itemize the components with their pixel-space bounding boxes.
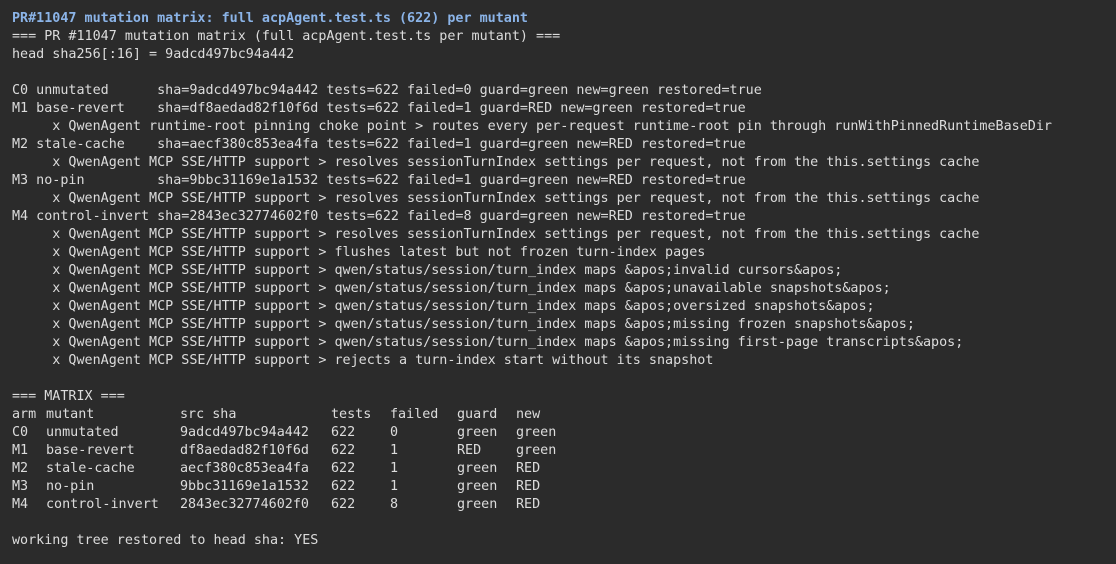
failed-test-line: x QwenAgent runtime-root pinning choke p… bbox=[12, 119, 1052, 134]
matrix-row: M3 no-pin 9bbc31169e1a1532 622 1 green RED bbox=[12, 478, 1116, 496]
matrix-cell-new: green bbox=[516, 443, 557, 458]
matrix-cell-failed: 1 bbox=[390, 443, 399, 458]
restore-status-line: working tree restored to head sha: YES bbox=[12, 533, 319, 548]
matrix-cell-src-sha: 9bbc31169e1a1532 bbox=[180, 479, 309, 494]
matrix-cell-arm: M3 bbox=[12, 479, 29, 494]
matrix-cell-failed: 1 bbox=[390, 461, 399, 476]
matrix-cell-guard: RED bbox=[457, 443, 482, 458]
column-header-tests: tests bbox=[331, 407, 372, 422]
output-title: PR#11047 mutation matrix: full acpAgent.… bbox=[12, 11, 528, 26]
failed-test-line: x QwenAgent MCP SSE/HTTP support > resol… bbox=[12, 227, 980, 242]
matrix-heading: === MATRIX === bbox=[12, 389, 125, 404]
matrix-cell-src-sha: df8aedad82f10f6d bbox=[180, 443, 309, 458]
mutant-run-line: M1 base-revert sha=df8aedad82f10f6d test… bbox=[12, 101, 746, 116]
matrix-cell-tests: 622 bbox=[331, 443, 356, 458]
matrix-cell-mutant: stale-cache bbox=[46, 461, 135, 476]
matrix-cell-arm: M2 bbox=[12, 461, 29, 476]
matrix-header-row: arm mutant src sha tests failed guard new bbox=[12, 406, 1116, 424]
matrix-row: C0 unmutated 9adcd497bc94a442 622 0 green gree… bbox=[12, 424, 1116, 442]
matrix-cell-new: RED bbox=[516, 461, 541, 476]
matrix-cell-arm: M1 bbox=[12, 443, 29, 458]
terminal-output: PR#11047 mutation matrix: full acpAgent.… bbox=[0, 0, 1116, 564]
failed-test-line: x QwenAgent MCP SSE/HTTP support > resol… bbox=[12, 191, 980, 206]
column-header-failed: failed bbox=[390, 407, 439, 422]
column-header-guard: guard bbox=[457, 407, 498, 422]
matrix-table: arm mutant src sha tests failed guard new C0 unm… bbox=[12, 406, 1116, 514]
matrix-cell-mutant: base-revert bbox=[46, 443, 135, 458]
matrix-cell-new: green bbox=[516, 425, 557, 440]
matrix-cell-guard: green bbox=[457, 497, 498, 512]
matrix-cell-arm: C0 bbox=[12, 425, 29, 440]
failed-test-line: x QwenAgent MCP SSE/HTTP support > qwen/… bbox=[12, 335, 964, 350]
failed-test-line: x QwenAgent MCP SSE/HTTP support > qwen/… bbox=[12, 299, 875, 314]
matrix-cell-arm: M4 bbox=[12, 497, 29, 512]
matrix-cell-mutant: no-pin bbox=[46, 479, 95, 494]
matrix-cell-src-sha: 2843ec32774602f0 bbox=[180, 497, 309, 512]
matrix-cell-guard: green bbox=[457, 461, 498, 476]
matrix-cell-failed: 0 bbox=[390, 425, 399, 440]
matrix-cell-tests: 622 bbox=[331, 425, 356, 440]
matrix-cell-new: RED bbox=[516, 497, 541, 512]
matrix-cell-failed: 8 bbox=[390, 497, 399, 512]
failed-test-line: x QwenAgent MCP SSE/HTTP support > flush… bbox=[12, 245, 706, 260]
failed-test-line: x QwenAgent MCP SSE/HTTP support > qwen/… bbox=[12, 263, 843, 278]
matrix-cell-new: RED bbox=[516, 479, 541, 494]
matrix-cell-mutant: unmutated bbox=[46, 425, 119, 440]
mutant-run-line: M3 no-pin sha=9bbc31169e1a1532 tests=622… bbox=[12, 173, 746, 188]
failed-test-line: x QwenAgent MCP SSE/HTTP support > qwen/… bbox=[12, 317, 915, 332]
failed-test-line: x QwenAgent MCP SSE/HTTP support > rejec… bbox=[12, 353, 714, 368]
matrix-cell-src-sha: aecf380c853ea4fa bbox=[180, 461, 309, 476]
matrix-cell-guard: green bbox=[457, 479, 498, 494]
matrix-cell-src-sha: 9adcd497bc94a442 bbox=[180, 425, 309, 440]
failed-test-line: x QwenAgent MCP SSE/HTTP support > resol… bbox=[12, 155, 980, 170]
mutant-run-line: M4 control-invert sha=2843ec32774602f0 t… bbox=[12, 209, 746, 224]
column-header-new: new bbox=[516, 407, 541, 422]
failed-test-line: x QwenAgent MCP SSE/HTTP support > qwen/… bbox=[12, 281, 891, 296]
matrix-cell-tests: 622 bbox=[331, 461, 356, 476]
matrix-cell-guard: green bbox=[457, 425, 498, 440]
matrix-row: M2 stale-cache aecf380c853ea4fa 622 1 green RE… bbox=[12, 460, 1116, 478]
matrix-cell-failed: 1 bbox=[390, 479, 399, 494]
matrix-row: M4 control-invert 2843ec32774602f0 622 8 gree… bbox=[12, 496, 1116, 514]
head-sha-line: head sha256[:16] = 9adcd497bc94a442 bbox=[12, 47, 295, 62]
matrix-cell-tests: 622 bbox=[331, 479, 356, 494]
column-header-src-sha: src sha bbox=[180, 407, 237, 422]
matrix-header-line: === PR #11047 mutation matrix (full acpA… bbox=[12, 29, 561, 44]
mutant-run-line: M2 stale-cache sha=aecf380c853ea4fa test… bbox=[12, 137, 746, 152]
column-header-mutant: mutant bbox=[46, 407, 95, 422]
mutant-run-line: C0 unmutated sha=9adcd497bc94a442 tests=… bbox=[12, 83, 762, 98]
matrix-cell-tests: 622 bbox=[331, 497, 356, 512]
matrix-cell-mutant: control-invert bbox=[46, 497, 159, 512]
mutant-run-list: C0 unmutated sha=9adcd497bc94a442 tests=… bbox=[12, 82, 1116, 370]
matrix-row: M1 base-revert df8aedad82f10f6d 622 1 RED gree… bbox=[12, 442, 1116, 460]
column-header-arm: arm bbox=[12, 407, 37, 422]
